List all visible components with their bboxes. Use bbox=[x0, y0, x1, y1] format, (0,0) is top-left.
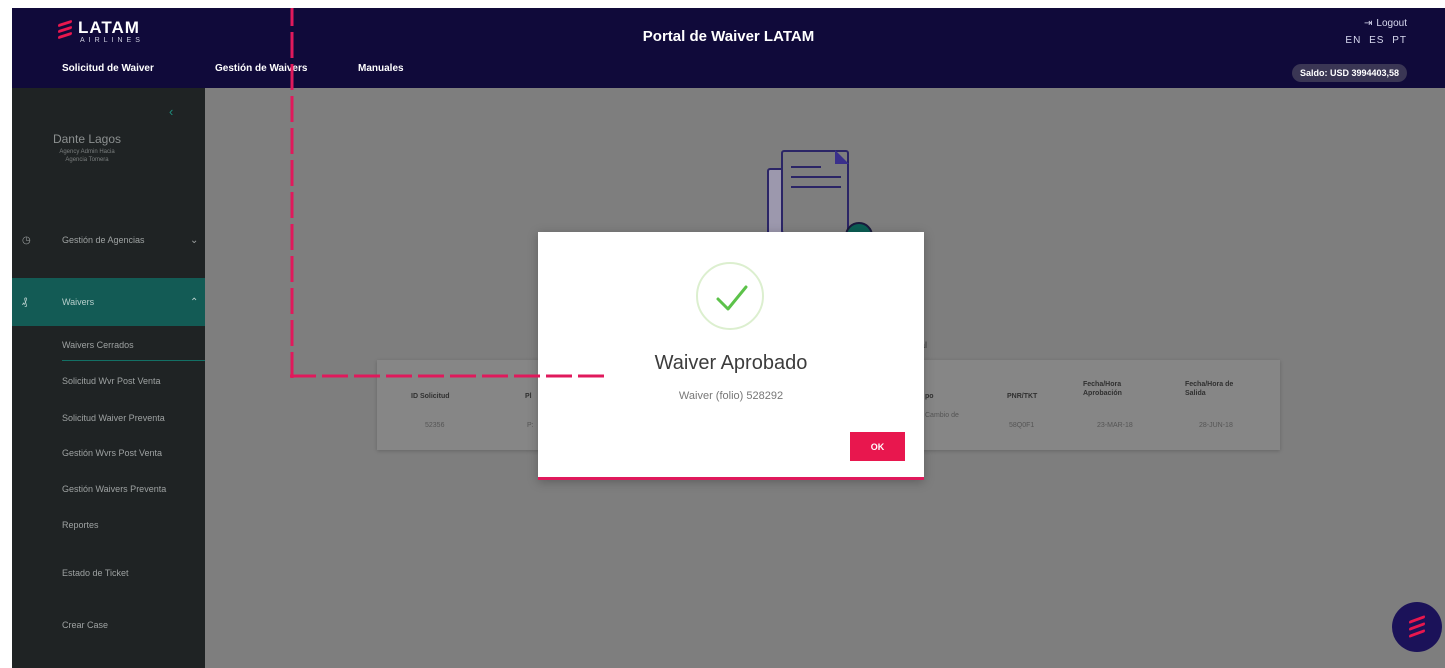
table-cell: P: bbox=[527, 422, 534, 429]
submenu-reportes[interactable]: Reportes bbox=[62, 520, 99, 530]
submenu-waivers-cerrados[interactable]: Waivers Cerrados bbox=[62, 340, 205, 361]
col-header-id: ID Solicitud bbox=[411, 393, 450, 400]
logout-button[interactable]: ⇥ Logout bbox=[1341, 18, 1407, 29]
table-cell: 58Q0F1 bbox=[1009, 422, 1035, 429]
collapse-sidebar-icon[interactable]: ‹ bbox=[169, 104, 173, 119]
modal-folio: Waiver (folio) 528292 bbox=[678, 390, 784, 402]
sidebar-item-gestion-agencias[interactable]: ◷ Gestión de Agencias ⌄ bbox=[12, 225, 205, 255]
app-frame: LATAM AIRLINES Portal de Waiver LATAM So… bbox=[12, 8, 1445, 668]
annotation-line-vertical bbox=[290, 8, 294, 378]
modal-title: Waiver Aprobado bbox=[654, 352, 808, 374]
annotation-line-horizontal bbox=[290, 374, 610, 378]
submenu-gestion-post-venta[interactable]: Gestión Wvrs Post Venta bbox=[62, 448, 162, 458]
balance-badge: Saldo: USD 3994403,58 bbox=[1291, 64, 1407, 82]
user-role: Agency Admin Hacia Agencia Tomera bbox=[12, 148, 162, 164]
logout-label: Logout bbox=[1376, 18, 1407, 29]
table-cell: 52356 bbox=[425, 422, 445, 429]
success-check-icon bbox=[696, 262, 764, 330]
chat-assistant-button[interactable] bbox=[1392, 602, 1442, 652]
sidebar: ‹ Dante Lagos Agency Admin Hacia Agencia… bbox=[12, 88, 205, 668]
nav-manuales[interactable]: Manuales bbox=[358, 63, 404, 74]
sidebar-item-waivers[interactable]: ₰ Waivers ⌃ bbox=[12, 278, 205, 326]
nav-solicitud-waiver[interactable]: Solicitud de Waiver bbox=[62, 63, 154, 74]
sidebar-item-label: Waivers bbox=[62, 297, 95, 307]
submenu-solicitud-post-venta[interactable]: Solicitud Wvr Post Venta bbox=[62, 376, 161, 386]
waiver-icon: ₰ bbox=[22, 296, 28, 308]
col-header-aprobacion: Fecha/Hora Aprobación bbox=[1083, 381, 1122, 397]
sidebar-item-label: Gestión de Agencias bbox=[62, 235, 145, 245]
lang-en[interactable]: EN bbox=[1345, 35, 1361, 46]
lang-es[interactable]: ES bbox=[1369, 35, 1384, 46]
clock-icon: ◷ bbox=[22, 234, 31, 246]
page-title: Portal de Waiver LATAM bbox=[642, 28, 815, 45]
language-switcher: EN ES PT bbox=[1341, 35, 1407, 46]
table-cell: Cambio de bbox=[925, 412, 959, 419]
ok-button[interactable]: OK bbox=[850, 432, 905, 461]
col-header-pnr: PNR/TKT bbox=[1007, 393, 1038, 400]
col-header-tipo: po bbox=[925, 393, 934, 400]
top-header: LATAM AIRLINES Portal de Waiver LATAM So… bbox=[12, 8, 1445, 88]
table-cell: 28-JUN-18 bbox=[1199, 422, 1233, 429]
col-header-p: Pl bbox=[525, 393, 532, 400]
success-modal: Waiver Aprobado Waiver (folio) 528292 OK bbox=[538, 232, 924, 480]
sidebar-item-crear-case[interactable]: Crear Case bbox=[62, 620, 108, 630]
chevron-up-icon: ⌃ bbox=[190, 296, 199, 308]
header-actions: ⇥ Logout EN ES PT bbox=[1341, 18, 1407, 46]
user-role-line-2: Agencia Tomera bbox=[65, 157, 109, 163]
lang-pt[interactable]: PT bbox=[1392, 35, 1407, 46]
table-cell: 23-MAR-18 bbox=[1097, 422, 1133, 429]
user-name: Dante Lagos bbox=[52, 132, 122, 146]
col-header-salida: Fecha/Hora de Salida bbox=[1185, 381, 1234, 397]
user-role-line-1: Agency Admin Hacia bbox=[59, 149, 115, 155]
submenu-solicitud-preventa[interactable]: Solicitud Waiver Preventa bbox=[62, 413, 165, 423]
submenu-gestion-preventa[interactable]: Gestión Waivers Preventa bbox=[62, 484, 166, 494]
sidebar-item-estado-ticket[interactable]: Estado de Ticket bbox=[62, 568, 129, 578]
chevron-down-icon: ⌄ bbox=[190, 234, 199, 246]
logout-icon: ⇥ bbox=[1364, 18, 1373, 29]
